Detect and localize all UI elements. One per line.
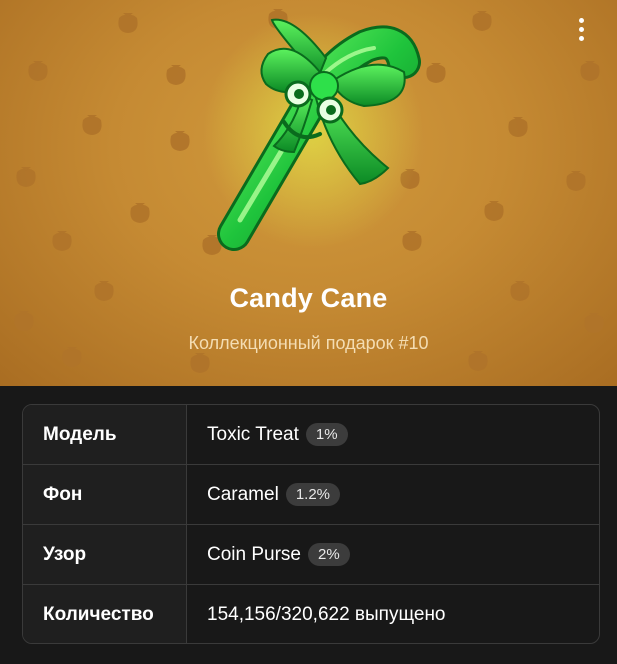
property-value-cell: Toxic Treat 1% [187, 405, 599, 464]
more-vertical-icon [578, 17, 584, 23]
model-link[interactable]: Toxic Treat [207, 424, 299, 446]
rarity-badge: 1.2% [285, 483, 341, 506]
more-vertical-icon-dot [578, 26, 584, 32]
property-value-cell: Coin Purse 2% [187, 525, 599, 584]
property-label: Модель [23, 405, 187, 464]
rarity-badge: 2% [308, 543, 350, 566]
pattern-link[interactable]: Coin Purse [207, 544, 301, 566]
property-row-quantity: Количество 154,156/320,622 выпущено [23, 585, 599, 643]
property-row-pattern: Узор Coin Purse 2% [23, 525, 599, 585]
more-options-button[interactable] [566, 12, 596, 46]
gift-title: Candy Cane [229, 283, 388, 313]
property-value-cell: Caramel 1.2% [187, 465, 599, 524]
gift-header: Candy Cane Коллекционный подарок #10 [0, 0, 617, 386]
gift-subtitle: Коллекционный подарок #10 [188, 333, 429, 353]
property-row-backdrop: Фон Caramel 1.2% [23, 465, 599, 525]
gift-properties-table: Модель Toxic Treat 1% Фон Caramel 1.2% У… [22, 404, 600, 644]
quantity-value: 154,156/320,622 выпущено [207, 604, 446, 625]
property-label: Фон [23, 465, 187, 524]
property-row-model: Модель Toxic Treat 1% [23, 405, 599, 465]
backdrop-link[interactable]: Caramel [207, 484, 279, 506]
candy-cane-icon [203, 13, 423, 251]
rarity-badge: 1% [305, 423, 348, 446]
more-vertical-icon-dot [578, 35, 584, 41]
property-value-cell: 154,156/320,622 выпущено [187, 585, 599, 643]
property-label: Количество [23, 585, 187, 643]
property-label: Узор [23, 525, 187, 584]
